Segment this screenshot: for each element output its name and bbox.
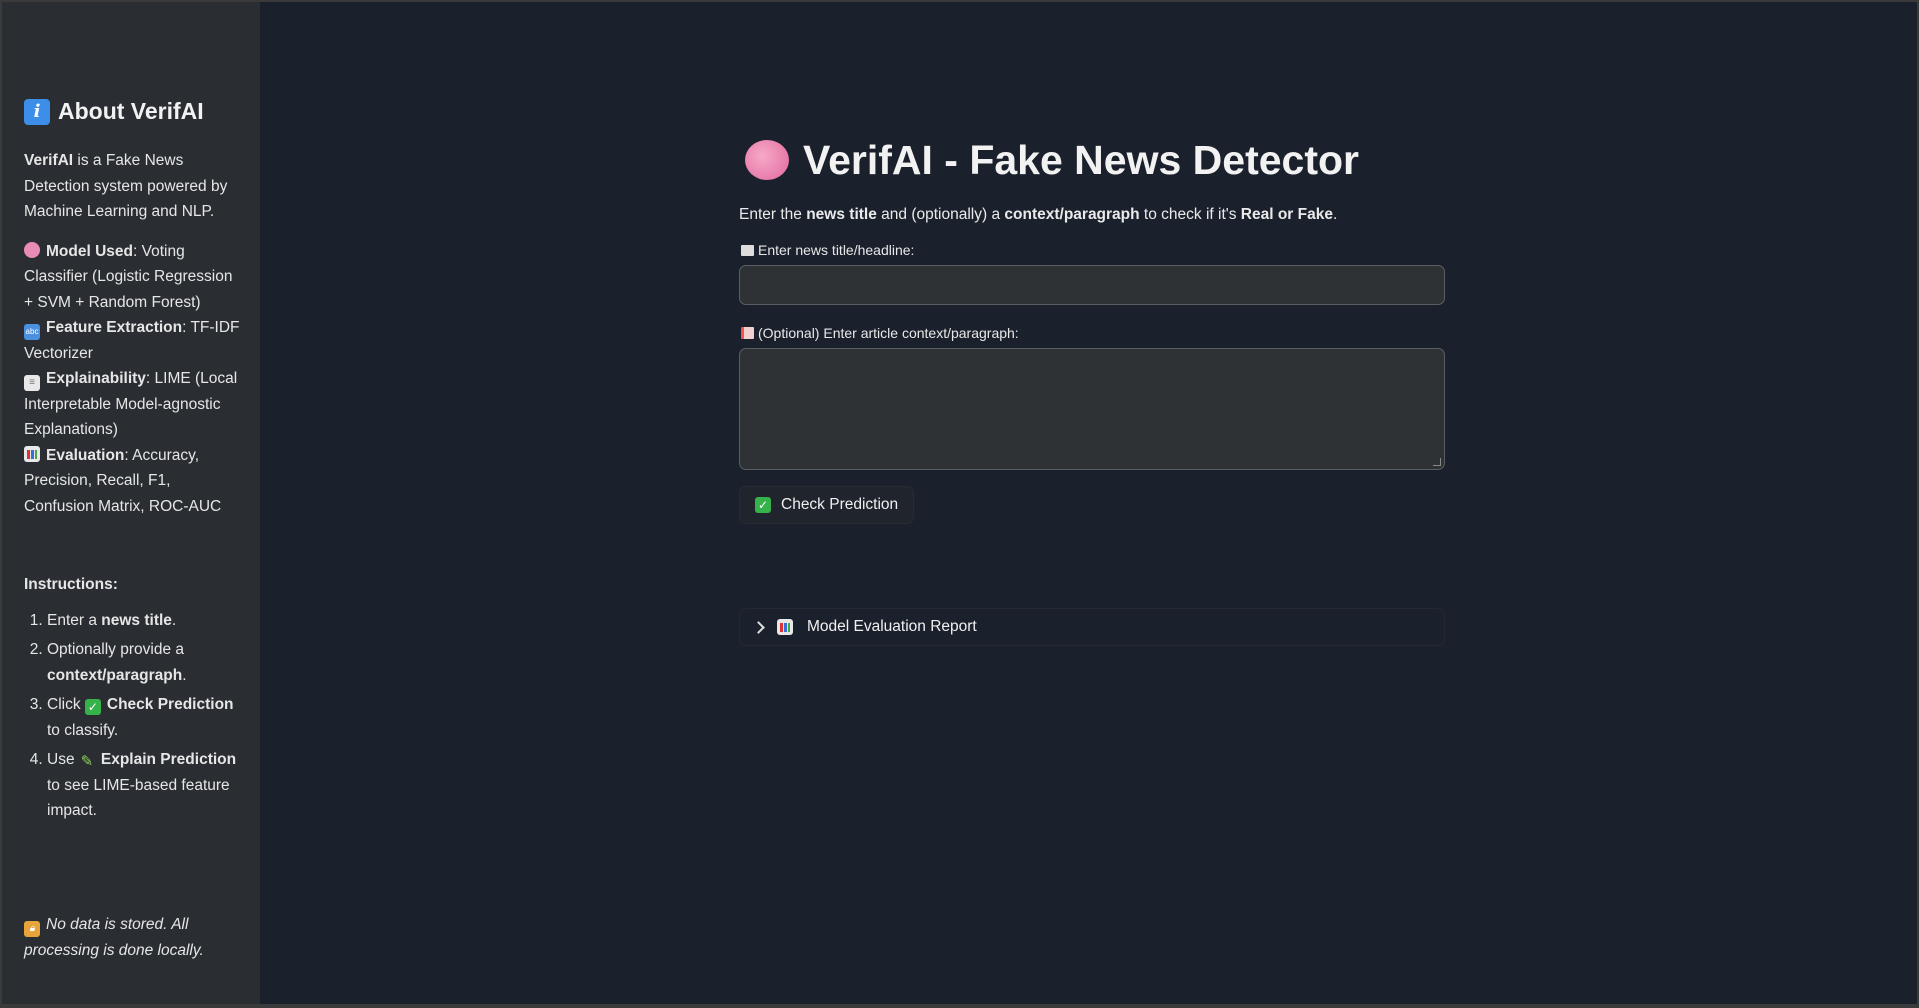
brain-icon: [745, 140, 789, 180]
lock-icon: 🔒︎: [24, 921, 40, 937]
step-bold: news title: [101, 611, 172, 629]
evaluation-label: Evaluation: [46, 446, 125, 464]
document-icon: [741, 327, 754, 339]
list-item: Enter a news title.: [47, 608, 242, 634]
check-prediction-label: Check Prediction: [781, 496, 899, 513]
list-item: Optionally provide a context/paragraph.: [47, 637, 242, 688]
subtitle-text: and (optionally) a: [876, 206, 1005, 223]
sidebar-title: i About VerifAI: [24, 96, 242, 128]
brain-icon: [24, 241, 40, 258]
newspaper-icon: [741, 244, 754, 256]
main-content: VerifAI - Fake News Detector Enter the n…: [260, 2, 1917, 1004]
subtitle-bold: news title: [806, 206, 877, 223]
step-bold: context/paragraph: [47, 666, 183, 684]
step-text: .: [171, 611, 177, 629]
list-item: Use ✎ Explain Prediction to see LIME-base…: [47, 747, 242, 824]
step-text: Click: [47, 696, 85, 713]
instructions-list: Enter a news title. Optionally provide a…: [24, 608, 242, 824]
check-prediction-button[interactable]: ✓ Check Prediction: [739, 486, 915, 524]
chevron-right-icon: [752, 620, 765, 634]
step-text: Optionally provide a: [47, 641, 184, 658]
expander-label: Model Evaluation Report: [807, 618, 977, 635]
bar-chart-icon: [24, 445, 40, 462]
sidebar: i About VerifAI VerifAI is a Fake News D…: [2, 2, 260, 1004]
context-input-label: (Optional) Enter article context/paragra…: [741, 325, 1445, 341]
page-title: VerifAI - Fake News Detector: [745, 132, 1445, 188]
explain-label: Explainability: [46, 370, 146, 387]
check-icon: ✓: [84, 699, 101, 715]
subtitle-text: to check if it's: [1139, 206, 1241, 223]
subtitle-text: Enter the: [739, 206, 807, 223]
app-window: i About VerifAI VerifAI is a Fake News D…: [2, 2, 1917, 1004]
step-bold: Check Prediction: [106, 696, 234, 713]
sidebar-item-evaluation: Evaluation: Accuracy, Precision, Recall,…: [24, 443, 242, 520]
step-text: .: [182, 666, 187, 684]
step-text: Enter a: [47, 611, 102, 629]
subtitle-bold: Real or Fake: [1240, 206, 1333, 223]
step-text: to see LIME-based feature impact.: [47, 776, 230, 820]
info-icon: i: [24, 99, 50, 125]
list-item: Click ✓ Check Prediction to classify.: [47, 692, 242, 743]
instructions-heading: Instructions:: [24, 576, 118, 593]
context-textarea[interactable]: [739, 348, 1445, 470]
document-icon: ≡: [24, 375, 40, 391]
bar-chart-icon: [777, 619, 793, 635]
subtitle-text: .: [1332, 206, 1338, 223]
sidebar-title-text: About VerifAI: [58, 98, 204, 125]
check-icon: ✓: [755, 497, 771, 513]
sidebar-item-model: Model Used: Voting Classifier (Logistic …: [24, 239, 242, 316]
sidebar-intro: VerifAI is a Fake News Detection system …: [24, 148, 242, 225]
step-bold: Explain Prediction: [100, 751, 237, 768]
news-title-input[interactable]: [739, 265, 1445, 305]
privacy-note: 🔒︎ No data is stored. All processing is d…: [24, 912, 244, 963]
step-text: Use: [47, 751, 79, 768]
privacy-note-text: No data is stored. All processing is don…: [24, 916, 204, 959]
page-title-text: VerifAI - Fake News Detector: [803, 136, 1359, 183]
model-evaluation-expander[interactable]: Model Evaluation Report: [739, 608, 1445, 646]
content-column: VerifAI - Fake News Detector Enter the n…: [739, 132, 1445, 646]
sidebar-item-feature: abc Feature Extraction: TF-IDF Vectorizer: [24, 315, 242, 366]
model-label: Model Used: [46, 242, 133, 260]
feature-label: Feature Extraction: [46, 319, 183, 336]
sidebar-item-explain: ≡ Explainability: LIME (Local Interpretab…: [24, 366, 242, 443]
context-input-label-text: (Optional) Enter article context/paragra…: [758, 325, 1019, 341]
step-text: to classify.: [47, 721, 119, 739]
page-subtitle: Enter the news title and (optionally) a …: [739, 206, 1445, 224]
title-input-label: Enter news title/headline:: [741, 242, 1445, 258]
title-input-label-text: Enter news title/headline:: [758, 242, 915, 258]
subtitle-bold: context/paragraph: [1004, 206, 1140, 223]
pencil-icon: ✎: [80, 753, 94, 770]
intro-brand: VerifAI: [24, 152, 74, 169]
abc-icon: abc: [24, 324, 40, 340]
